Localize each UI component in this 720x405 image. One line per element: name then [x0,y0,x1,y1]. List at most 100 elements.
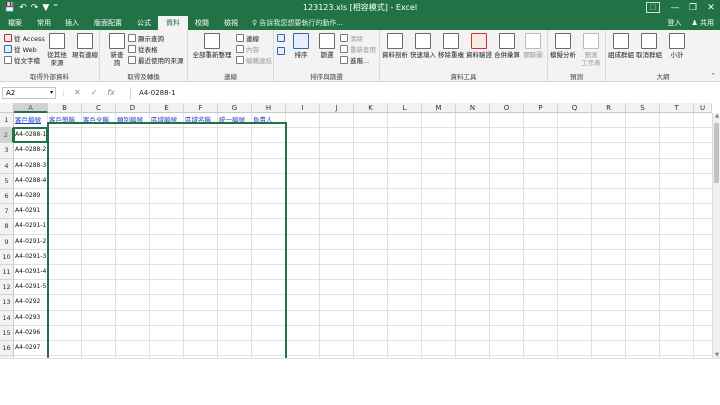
cell-a[interactable]: A4-0288-2 [14,146,48,154]
row-header-15[interactable]: 15 [0,325,14,341]
collapse-ribbon-icon[interactable]: ⌃ [710,72,716,80]
header-cell[interactable]: 區域編號 [150,116,188,124]
tab-formulas[interactable]: 公式 [130,16,158,30]
select-all-button[interactable] [0,103,14,113]
column-header-f[interactable]: F [184,103,218,113]
tell-me-search[interactable]: ♀ 告訴我您想要執行的動作... [252,16,343,30]
column-header-j[interactable]: J [320,103,354,113]
row-header-14[interactable]: 14 [0,310,14,326]
group-button[interactable]: 組成群組 [608,33,634,67]
row-header-12[interactable]: 12 [0,280,14,296]
row-header-4[interactable]: 4 [0,158,14,174]
advanced-filter-button[interactable]: 進階... [340,55,369,65]
save-icon[interactable]: 💾 [4,0,15,16]
consolidate-button[interactable]: 合併彙算 [494,33,520,67]
cell-a[interactable]: A4-0288-4 [14,177,48,185]
header-cell[interactable]: 區域名稱 [184,116,222,124]
header-cell[interactable]: 類別編號 [116,116,154,124]
column-header-s[interactable]: S [626,103,660,113]
column-header-g[interactable]: G [218,103,252,113]
edit-links-button[interactable]: 編輯連結 [236,55,272,65]
sort-az-button[interactable] [277,33,285,43]
header-cell[interactable]: 客戶編號 [14,116,52,124]
column-header-i[interactable]: I [286,103,320,113]
reapply-button[interactable]: 重新套用 [340,44,376,54]
share-button[interactable]: ♟ 共用 [691,16,714,30]
row-header-5[interactable]: 5 [0,173,14,189]
customize-qat-icon[interactable]: ⁼ [53,0,58,16]
row-header-6[interactable]: 6 [0,189,14,205]
column-header-c[interactable]: C [82,103,116,113]
row-header-11[interactable]: 11 [0,265,14,281]
show-queries-button[interactable]: 顯示查詢 [128,33,164,43]
tab-insert[interactable]: 插入 [58,16,86,30]
from-text-button[interactable]: 從文字檔 [4,55,40,65]
relationships-button[interactable]: 關聯圖 [520,33,546,67]
header-cell[interactable]: 客戶簡稱 [48,116,86,124]
scrollbar-thumb[interactable] [714,123,719,183]
redo-icon[interactable]: ↷ [31,0,39,16]
cell-a[interactable]: A4-0296 [14,329,48,337]
undo-icon[interactable]: ↶ [19,0,27,16]
text-to-columns-button[interactable]: 資料剖析 [382,33,408,67]
scroll-up-icon[interactable]: ▲ [713,113,720,119]
tab-file[interactable]: 檔案 [0,16,30,30]
new-query-button[interactable]: 新查詢 [104,33,130,67]
tab-data[interactable]: 資料 [158,16,188,30]
minimize-button[interactable]: — [666,0,684,16]
flash-fill-button[interactable]: 快速填入 [410,33,436,67]
existing-connections-button[interactable]: 現有連線 [72,33,98,67]
column-header-d[interactable]: D [116,103,150,113]
column-header-b[interactable]: B [48,103,82,113]
chevron-down-icon[interactable]: ▾ [50,88,53,98]
cancel-entry-button[interactable]: ✕ [74,86,81,100]
active-cell[interactable] [13,127,48,144]
cell-a[interactable]: A4-0292 [14,298,48,306]
ribbon-display-options-button[interactable]: ⬚ [646,2,660,13]
remove-duplicates-button[interactable]: 移除重複 [438,33,464,67]
column-header-n[interactable]: N [456,103,490,113]
header-cell[interactable]: 客戶全稱 [82,116,120,124]
properties-button[interactable]: 內容 [236,44,259,54]
subtotal-button[interactable]: 小計 [664,33,690,67]
insert-function-button[interactable]: fx [107,86,115,100]
row-header-1[interactable]: 1 [0,113,14,129]
from-other-sources-button[interactable]: 從其他 來源 [44,33,70,67]
row-header-13[interactable]: 13 [0,295,14,311]
clear-filter-button[interactable]: 清除 [340,33,363,43]
cell-a[interactable]: A4-0297 [14,344,48,352]
column-header-t[interactable]: T [660,103,694,113]
column-header-h[interactable]: H [252,103,286,113]
cell-a[interactable]: A4-0291-5 [14,283,48,291]
data-validation-button[interactable]: 資料驗證 [466,33,492,67]
header-cell[interactable]: 負責人 [252,116,290,124]
row-header-3[interactable]: 3 [0,143,14,159]
row-header-10[interactable]: 10 [0,249,14,265]
row-header-7[interactable]: 7 [0,204,14,220]
tab-review[interactable]: 校閱 [188,16,216,30]
cell-a[interactable]: A4-0291-3 [14,253,48,261]
close-button[interactable]: ✕ [702,0,720,16]
column-header-r[interactable]: R [592,103,626,113]
tab-page-layout[interactable]: 版面配置 [86,16,130,30]
cell-a[interactable]: A4-0291-1 [14,222,48,230]
what-if-analysis-button[interactable]: 模擬分析 [550,33,576,67]
sort-button[interactable]: 排序 [288,33,314,67]
cell-a[interactable]: A4-0291-4 [14,268,48,276]
cell-a[interactable]: A4-0293 [14,314,48,322]
column-header-k[interactable]: K [354,103,388,113]
from-table-button[interactable]: 從表格 [128,44,158,54]
sign-in-link[interactable]: 登入 [667,16,681,30]
row-header-8[interactable]: 8 [0,219,14,235]
vertical-scrollbar[interactable]: ▲ ▼ [712,113,720,358]
column-header-u[interactable]: U [694,103,712,113]
column-header-q[interactable]: Q [558,103,592,113]
forecast-sheet-button[interactable]: 預測 工作表 [578,33,604,67]
from-access-button[interactable]: 從 Access [4,33,45,43]
restore-button[interactable]: ❐ [684,0,702,16]
filter-button[interactable]: 篩選 [314,33,340,67]
sort-za-button[interactable] [277,46,285,56]
column-header-a[interactable]: A [14,103,48,113]
cell-a[interactable]: A4-0288-3 [14,162,48,170]
row-header-9[interactable]: 9 [0,234,14,250]
